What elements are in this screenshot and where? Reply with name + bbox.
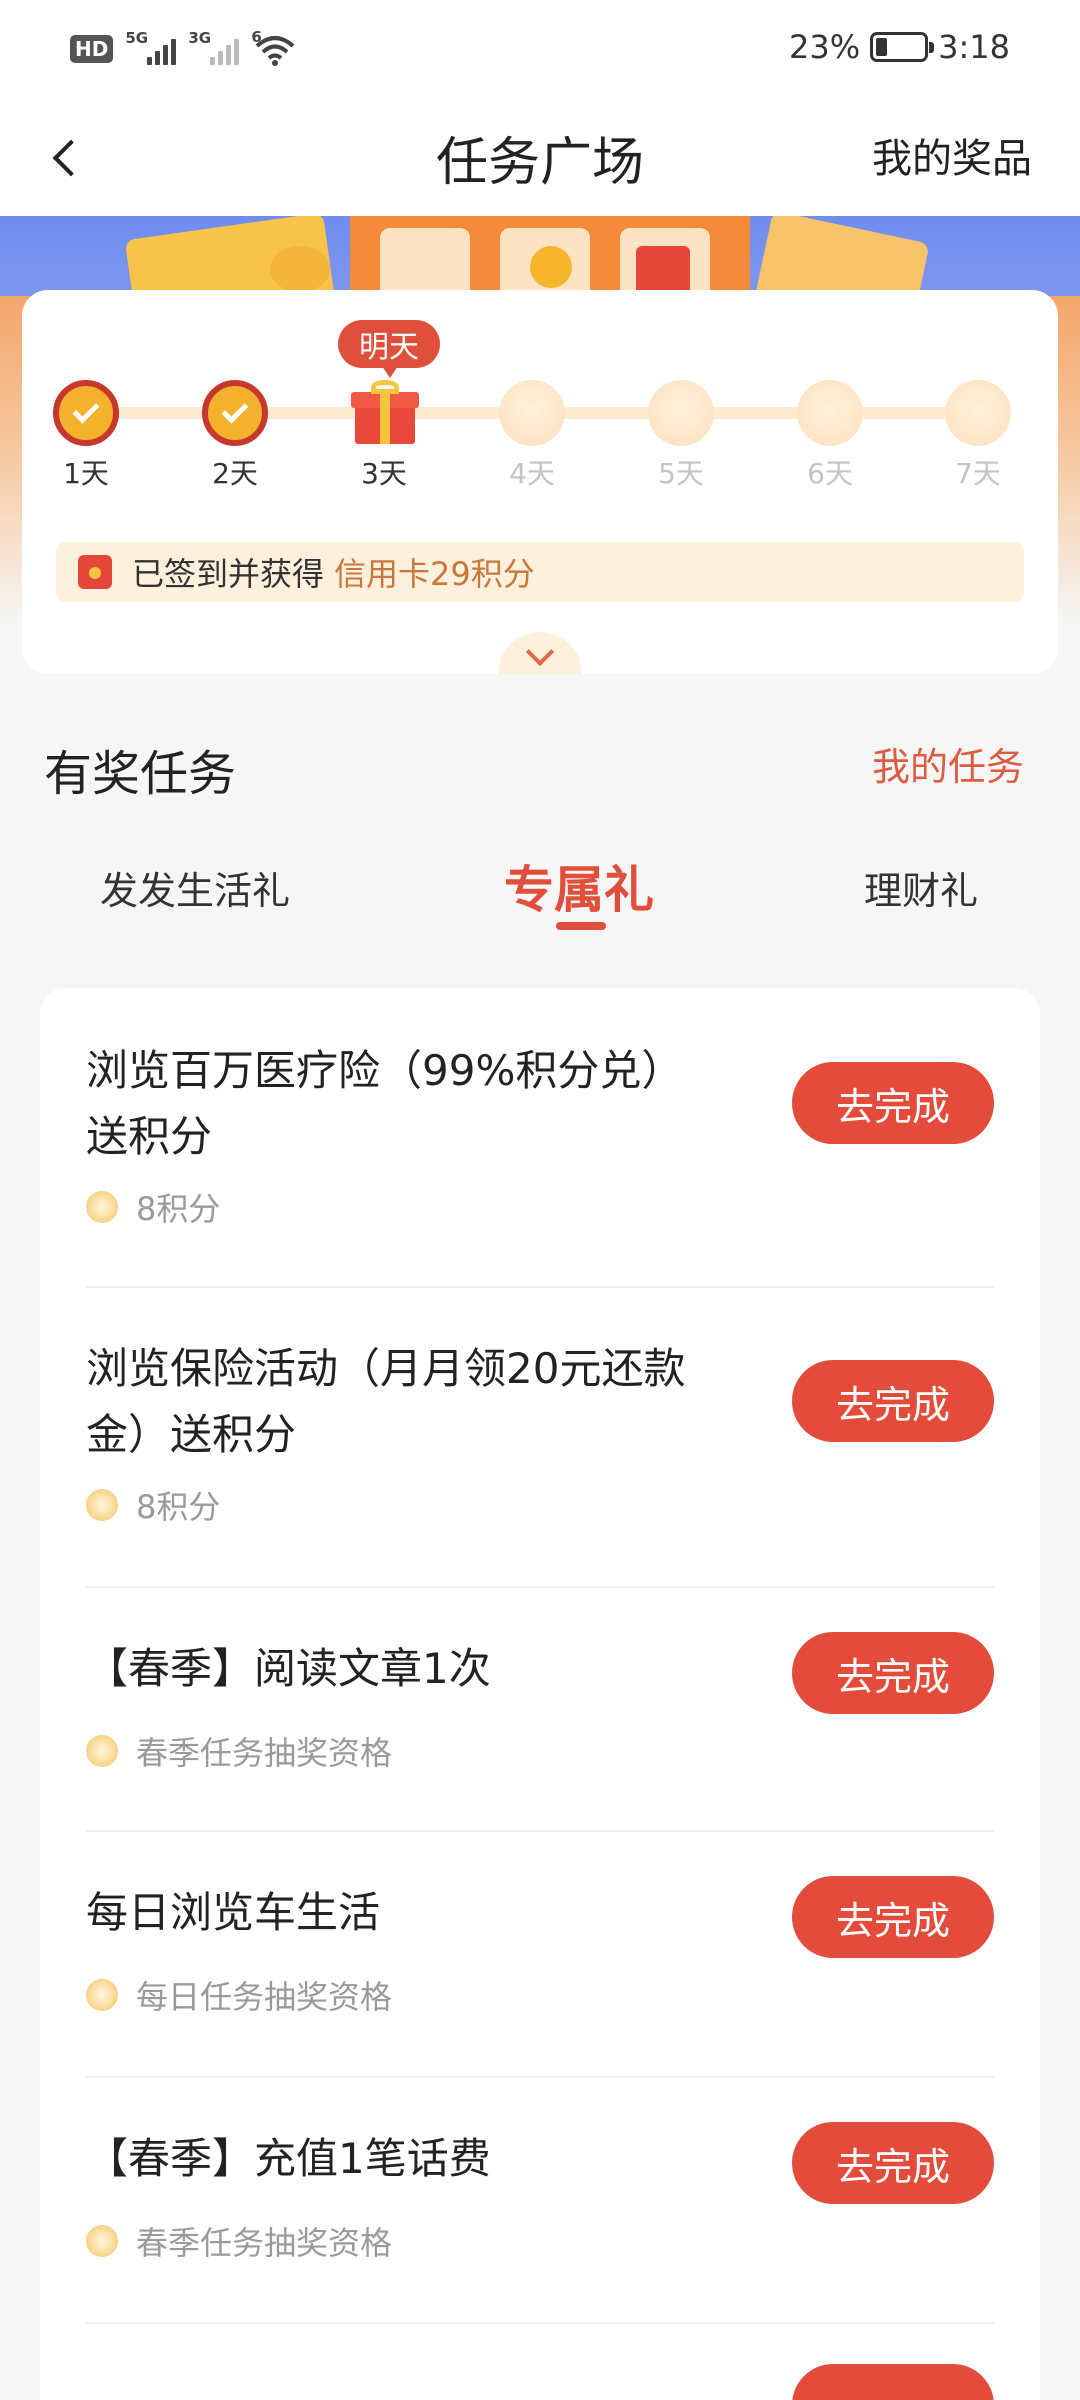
coin-icon	[86, 1735, 118, 1767]
task-list: 浏览百万医疗险（99%积分兑）送积分 8积分 去完成 浏览保险活动（月月领20元…	[40, 988, 1040, 2400]
task-title: 每日浏览车生活	[86, 1888, 381, 1937]
rewards-section-title: 有奖任务	[44, 746, 237, 802]
task-reward: 8积分	[86, 1482, 220, 1528]
task-item-partial	[86, 2324, 994, 2400]
chevron-down-icon[interactable]	[498, 632, 582, 674]
signal-icon-sim2: 3G	[188, 29, 240, 65]
coin-stack-decoration	[270, 246, 330, 292]
gift-icon	[351, 380, 419, 446]
clock: 3:18	[938, 28, 1010, 66]
red-packet-icon	[78, 555, 112, 589]
task-reward: 每日任务抽奖资格	[86, 1972, 392, 2018]
coin-icon-decoration	[530, 246, 572, 288]
go-complete-button[interactable]: 去完成	[792, 1876, 994, 1958]
go-complete-button[interactable]: 去完成	[792, 1632, 994, 1714]
checkin-day-1: 1天	[26, 380, 146, 492]
nav-bar: 任务广场 我的奖品	[0, 100, 1080, 216]
task-item: 浏览保险活动（月月领20元还款金）送积分 8积分 去完成	[86, 1288, 994, 1588]
task-tabs: 发发生活礼 专属礼 理财礼	[0, 850, 1080, 940]
checkin-day-7: 7天	[918, 380, 1038, 492]
task-reward: 春季任务抽奖资格	[86, 1728, 392, 1774]
go-complete-button-partial[interactable]	[792, 2364, 994, 2400]
notice-text: 已签到并获得	[132, 555, 325, 593]
check-icon	[53, 380, 119, 446]
task-reward: 春季任务抽奖资格	[86, 2218, 392, 2264]
go-complete-button[interactable]: 去完成	[792, 1360, 994, 1442]
checkin-notice: 已签到并获得 信用卡29积分	[56, 542, 1024, 602]
checkin-day-4: 4天	[472, 380, 592, 492]
tab-life-gift[interactable]: 发发生活礼	[100, 860, 290, 915]
go-complete-button[interactable]: 去完成	[792, 1062, 994, 1144]
hd-icon: HD	[70, 35, 114, 63]
active-tab-indicator	[556, 922, 606, 930]
task-item: 每日浏览车生活 每日任务抽奖资格 去完成	[86, 1832, 994, 2078]
pending-day-icon	[797, 380, 863, 446]
checkin-day-6: 6天	[770, 380, 890, 492]
task-title: 浏览百万医疗险（99%积分兑）送积分	[86, 1046, 684, 1161]
coin-icon	[86, 1979, 118, 2011]
tab-exclusive-gift[interactable]: 专属礼	[504, 850, 654, 922]
pending-day-icon	[648, 380, 714, 446]
coin-icon	[86, 1191, 118, 1223]
task-item: 【春季】充值1笔话费 春季任务抽奖资格 去完成	[86, 2078, 994, 2324]
checkin-day-3[interactable]: 3天	[324, 380, 444, 492]
notice-highlight: 信用卡29积分	[334, 555, 535, 593]
coin-icon	[86, 2225, 118, 2257]
task-reward: 8积分	[86, 1184, 220, 1230]
task-item: 【春季】阅读文章1次 春季任务抽奖资格 去完成	[86, 1588, 994, 1832]
coin-icon	[86, 1489, 118, 1521]
battery-percent: 23%	[789, 28, 861, 66]
status-icons-left: HD 5G 3G 6	[70, 28, 295, 66]
task-item: 浏览百万医疗险（99%积分兑）送积分 8积分 去完成	[86, 1018, 994, 1288]
task-title: 【春季】阅读文章1次	[86, 1644, 491, 1693]
status-icons-right: 23% 3:18	[789, 28, 1010, 66]
signal-icon-sim1: 5G	[125, 29, 177, 65]
checkin-day-5: 5天	[621, 380, 741, 492]
tab-finance-gift[interactable]: 理财礼	[864, 860, 978, 915]
my-prizes-link[interactable]: 我的奖品	[872, 126, 1032, 184]
checkin-card: 明天 1天 2天 3天 4天 5天 6天 7天 已签到并获得 信用卡29积分	[22, 290, 1058, 674]
wifi-icon: 6	[251, 28, 295, 66]
checkin-day-2: 2天	[175, 380, 295, 492]
check-icon	[202, 380, 268, 446]
status-bar: HD 5G 3G 6 23% 3:18	[0, 0, 1080, 100]
task-title: 【春季】充值1笔话费	[86, 2134, 491, 2183]
task-title: 浏览保险活动（月月领20元还款金）送积分	[86, 1344, 686, 1459]
pending-day-icon	[945, 380, 1011, 446]
my-tasks-link[interactable]: 我的任务	[872, 736, 1024, 791]
tomorrow-tag: 明天	[338, 320, 440, 378]
battery-icon	[870, 32, 935, 62]
pending-day-icon	[499, 380, 565, 446]
go-complete-button[interactable]: 去完成	[792, 2122, 994, 2204]
